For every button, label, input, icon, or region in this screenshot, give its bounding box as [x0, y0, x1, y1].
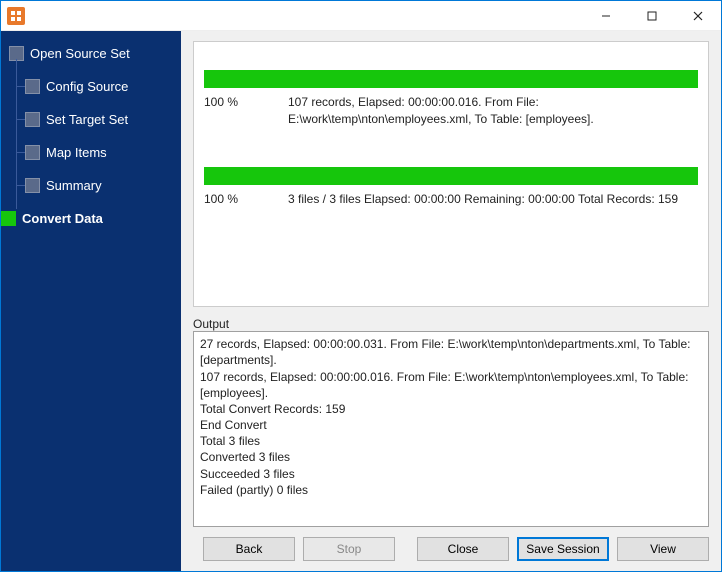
app-icon — [7, 7, 25, 25]
step-box-icon — [25, 112, 40, 127]
step-map-items[interactable]: Map Items — [25, 140, 175, 164]
total-progress-percent: 100 % — [204, 191, 288, 208]
step-box-icon — [1, 211, 16, 226]
step-summary[interactable]: Summary — [25, 173, 175, 197]
maximize-button[interactable] — [629, 1, 675, 31]
log-line: 27 records, Elapsed: 00:00:00.031. From … — [200, 336, 702, 368]
step-set-target-set[interactable]: Set Target Set — [25, 107, 175, 131]
app-window: Open Source Set Config Source Set Target… — [0, 0, 722, 572]
file-progress-percent: 100 % — [204, 94, 288, 129]
button-row: Back Stop Close Save Session View — [203, 527, 709, 565]
log-line: 107 records, Elapsed: 00:00:00.016. From… — [200, 369, 702, 401]
close-button[interactable] — [675, 1, 721, 31]
output-label: Output — [193, 317, 709, 331]
wizard-tree: Open Source Set Config Source Set Target… — [9, 41, 175, 230]
log-line: End Convert — [200, 417, 702, 433]
total-progress-bar — [204, 167, 698, 185]
step-label: Open Source Set — [30, 46, 130, 61]
total-progress-details: 3 files / 3 files Elapsed: 00:00:00 Rema… — [288, 191, 678, 208]
save-session-button[interactable]: Save Session — [517, 537, 609, 561]
main-panel: 100 % 107 records, Elapsed: 00:00:00.016… — [181, 31, 721, 571]
step-label: Map Items — [46, 145, 107, 160]
log-line: Converted 3 files — [200, 449, 702, 465]
file-progress-info: 100 % 107 records, Elapsed: 00:00:00.016… — [204, 94, 698, 129]
output-log[interactable]: 27 records, Elapsed: 00:00:00.031. From … — [193, 331, 709, 527]
total-progress-info: 100 % 3 files / 3 files Elapsed: 00:00:0… — [204, 191, 698, 208]
step-box-icon — [25, 79, 40, 94]
file-progress-bar — [204, 70, 698, 88]
stop-button: Stop — [303, 537, 395, 561]
file-progress-line2: E:\work\temp\nton\employees.xml, To Tabl… — [288, 111, 594, 128]
back-button[interactable]: Back — [203, 537, 295, 561]
close-action-button[interactable]: Close — [417, 537, 509, 561]
log-line: Succeeded 3 files — [200, 466, 702, 482]
log-line: Total Convert Records: 159 — [200, 401, 702, 417]
step-label: Convert Data — [22, 211, 103, 226]
tree-vline — [16, 59, 17, 209]
body: Open Source Set Config Source Set Target… — [1, 31, 721, 571]
titlebar-left — [1, 7, 25, 25]
window-controls — [583, 1, 721, 31]
file-progress-line1: 107 records, Elapsed: 00:00:00.016. From… — [288, 94, 594, 111]
step-label: Config Source — [46, 79, 128, 94]
step-convert-data[interactable]: Convert Data — [1, 206, 175, 230]
step-label: Set Target Set — [46, 112, 128, 127]
step-box-icon — [25, 178, 40, 193]
view-button[interactable]: View — [617, 537, 709, 561]
progress-area: 100 % 107 records, Elapsed: 00:00:00.016… — [193, 41, 709, 307]
titlebar — [1, 1, 721, 31]
minimize-button[interactable] — [583, 1, 629, 31]
step-label: Summary — [46, 178, 102, 193]
step-box-icon — [25, 145, 40, 160]
log-line: Failed (partly) 0 files — [200, 482, 702, 498]
log-line: Total 3 files — [200, 433, 702, 449]
wizard-sidebar: Open Source Set Config Source Set Target… — [1, 31, 181, 571]
step-config-source[interactable]: Config Source — [25, 74, 175, 98]
step-open-source-set[interactable]: Open Source Set — [9, 41, 175, 65]
